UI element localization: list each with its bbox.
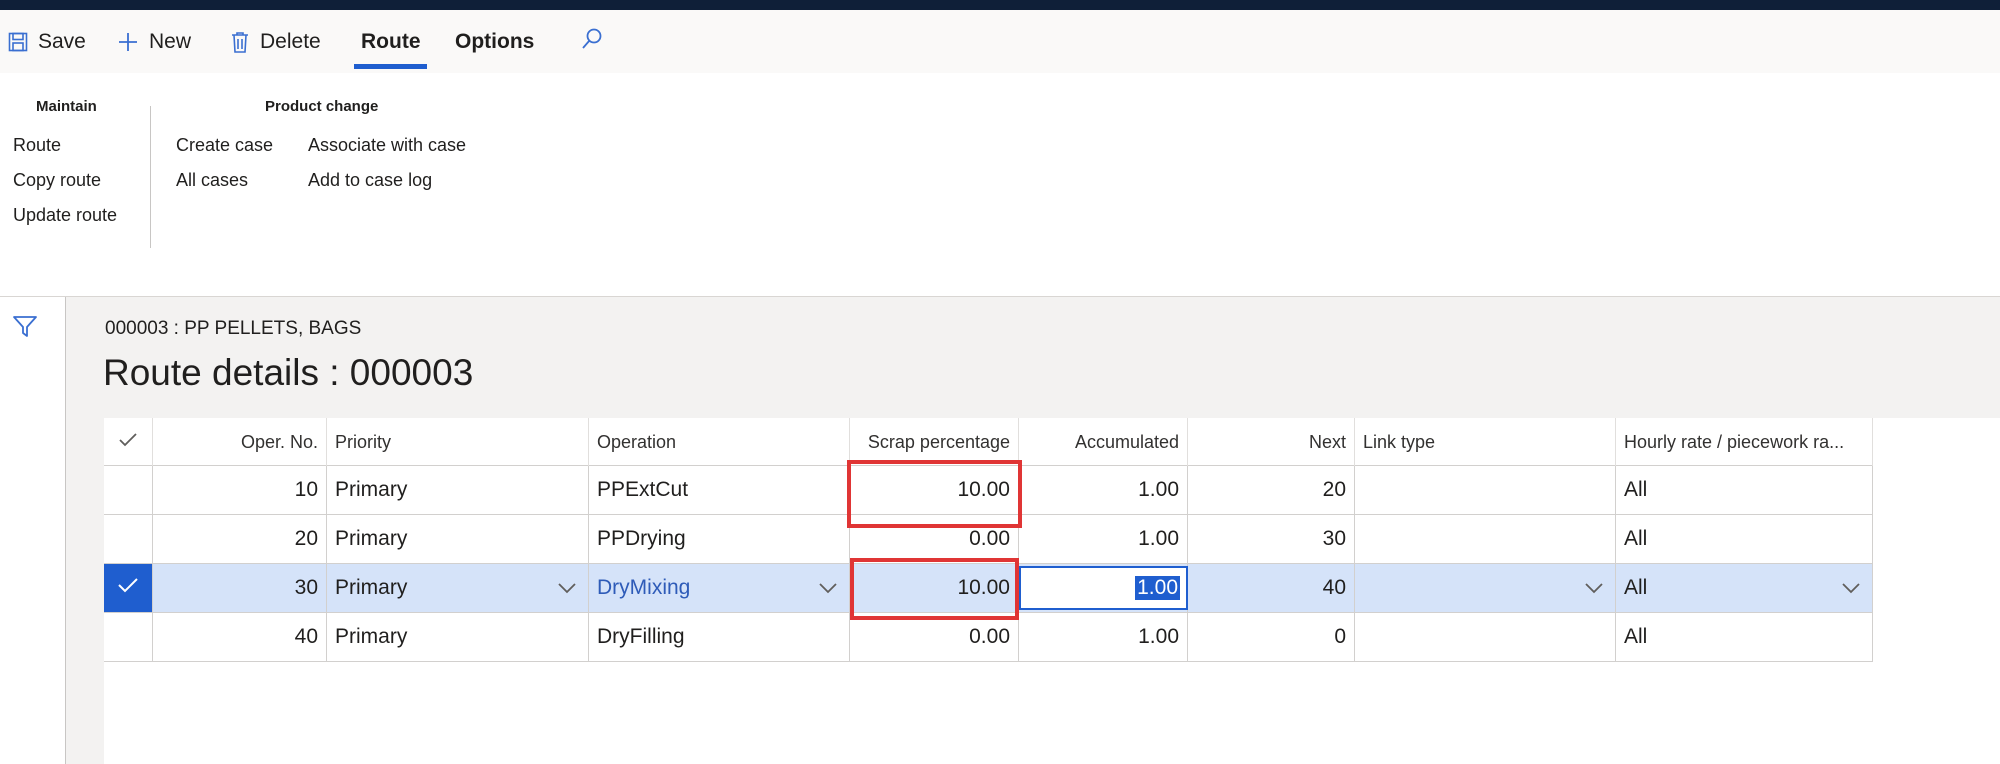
row-selector[interactable] xyxy=(104,515,153,563)
cell-oper-no[interactable]: 20 xyxy=(153,515,327,563)
chevron-down-icon[interactable] xyxy=(556,577,578,605)
ribbon-separator xyxy=(150,106,151,248)
row-selector-checked[interactable] xyxy=(104,564,153,612)
cell-oper-no[interactable]: 10 xyxy=(153,466,327,514)
hourly-rate-value: All xyxy=(1624,576,1648,599)
cell-priority[interactable]: Primary xyxy=(327,613,589,661)
link-type-dropdown[interactable] xyxy=(1355,564,1616,612)
accumulated-input-value: 1.00 xyxy=(1135,576,1180,600)
col-header-oper-no[interactable]: Oper. No. xyxy=(153,418,327,466)
new-label: New xyxy=(149,29,192,53)
grid-header-row: Oper. No. Priority Operation Scrap perce… xyxy=(104,418,1873,466)
tab-options[interactable]: Options xyxy=(455,10,534,73)
save-label: Save xyxy=(38,29,86,53)
cell-scrap-percentage[interactable]: 0.00 xyxy=(850,613,1019,661)
save-icon xyxy=(8,32,28,52)
cell-hourly-rate[interactable]: All xyxy=(1616,515,1873,563)
table-row[interactable]: 40 Primary DryFilling 0.00 1.00 0 All xyxy=(104,613,1873,662)
cell-hourly-rate[interactable]: All xyxy=(1616,466,1873,514)
group-title-product-change: Product change xyxy=(265,98,379,115)
cell-link-type[interactable] xyxy=(1355,613,1616,661)
checkmark-icon xyxy=(117,576,139,600)
tab-route-label: Route xyxy=(361,29,421,53)
priority-dropdown[interactable]: Primary xyxy=(327,564,589,612)
checkmark-icon xyxy=(118,432,138,453)
new-button[interactable]: New xyxy=(117,10,191,73)
ribbon-create-case-link[interactable]: Create case xyxy=(176,135,273,156)
cell-link-type[interactable] xyxy=(1355,466,1616,514)
route-details-grid: Oper. No. Priority Operation Scrap perce… xyxy=(104,418,2000,764)
cell-operation[interactable]: DryFilling xyxy=(589,613,850,661)
ribbon-associate-with-case-link[interactable]: Associate with case xyxy=(308,135,466,156)
search-button[interactable] xyxy=(580,10,604,73)
save-button[interactable]: Save xyxy=(8,10,86,73)
ribbon-all-cases-link[interactable]: All cases xyxy=(176,170,248,191)
table-row[interactable]: 20 Primary PPDrying 0.00 1.00 30 All xyxy=(104,515,1873,564)
ribbon-route-link[interactable]: Route xyxy=(13,135,61,156)
col-header-priority[interactable]: Priority xyxy=(327,418,589,466)
select-all-checkbox[interactable] xyxy=(104,418,153,466)
tab-options-label: Options xyxy=(455,29,535,53)
filter-icon[interactable] xyxy=(12,315,38,344)
cell-scrap-percentage[interactable]: 0.00 xyxy=(850,515,1019,563)
active-tab-indicator xyxy=(354,64,427,69)
row-selector[interactable] xyxy=(104,613,153,661)
ribbon-panel: Maintain Route Copy route Update route P… xyxy=(0,73,2000,296)
top-nav-bar xyxy=(0,0,2000,10)
cell-scrap-percentage[interactable]: 10.00 xyxy=(850,466,1019,514)
ribbon-add-to-case-log-link[interactable]: Add to case log xyxy=(308,170,432,191)
col-header-link-type[interactable]: Link type xyxy=(1355,418,1616,466)
ribbon-update-route-link[interactable]: Update route xyxy=(13,205,117,226)
cell-scrap-percentage[interactable]: 10.00 xyxy=(850,564,1019,612)
chevron-down-icon[interactable] xyxy=(817,577,839,605)
delete-label: Delete xyxy=(260,29,321,53)
col-header-hourly-rate[interactable]: Hourly rate / piecework ra... xyxy=(1616,418,1873,466)
group-title-maintain: Maintain xyxy=(36,98,97,115)
action-toolbar: Save New Delete Route Options xyxy=(0,10,2000,73)
row-selector[interactable] xyxy=(104,466,153,514)
cell-oper-no[interactable]: 40 xyxy=(153,613,327,661)
cell-next[interactable]: 0 xyxy=(1188,613,1355,661)
priority-value: Primary xyxy=(335,576,408,599)
chevron-down-icon[interactable] xyxy=(1583,577,1605,605)
trash-icon xyxy=(230,31,250,53)
cell-next[interactable]: 40 xyxy=(1188,564,1355,612)
cell-priority[interactable]: Primary xyxy=(327,466,589,514)
ribbon-copy-route-link[interactable]: Copy route xyxy=(13,170,101,191)
cell-accumulated[interactable]: 1.00 xyxy=(1019,564,1188,612)
cell-next[interactable]: 30 xyxy=(1188,515,1355,563)
cell-operation[interactable]: PPExtCut xyxy=(589,466,850,514)
cell-oper-no[interactable]: 30 xyxy=(153,564,327,612)
chevron-down-icon[interactable] xyxy=(1840,577,1862,605)
cell-operation[interactable]: PPDrying xyxy=(589,515,850,563)
search-icon xyxy=(580,27,604,57)
left-rail xyxy=(0,297,66,764)
table-row-selected[interactable]: 30 Primary DryMixing 10.00 1.00 40 All xyxy=(104,564,1873,613)
col-header-operation[interactable]: Operation xyxy=(589,418,850,466)
page-title: Route details : 000003 xyxy=(103,352,474,393)
plus-icon xyxy=(117,31,139,53)
record-caption: 000003 : PP PELLETS, BAGS xyxy=(105,318,362,339)
hourly-rate-dropdown[interactable]: All xyxy=(1616,564,1873,612)
cell-next[interactable]: 20 xyxy=(1188,466,1355,514)
operation-dropdown[interactable]: DryMixing xyxy=(589,564,850,612)
col-header-accumulated[interactable]: Accumulated xyxy=(1019,418,1188,466)
cell-accumulated[interactable]: 1.00 xyxy=(1019,515,1188,563)
cell-priority[interactable]: Primary xyxy=(327,515,589,563)
col-header-scrap-percentage[interactable]: Scrap percentage xyxy=(850,418,1019,466)
operation-value: DryMixing xyxy=(597,576,691,599)
cell-accumulated[interactable]: 1.00 xyxy=(1019,613,1188,661)
cell-link-type[interactable] xyxy=(1355,515,1616,563)
cell-hourly-rate[interactable]: All xyxy=(1616,613,1873,661)
table-row[interactable]: 10 Primary PPExtCut 10.00 1.00 20 All xyxy=(104,466,1873,515)
accumulated-input[interactable]: 1.00 xyxy=(1019,566,1188,610)
delete-button[interactable]: Delete xyxy=(230,10,321,73)
cell-accumulated[interactable]: 1.00 xyxy=(1019,466,1188,514)
col-header-next[interactable]: Next xyxy=(1188,418,1355,466)
